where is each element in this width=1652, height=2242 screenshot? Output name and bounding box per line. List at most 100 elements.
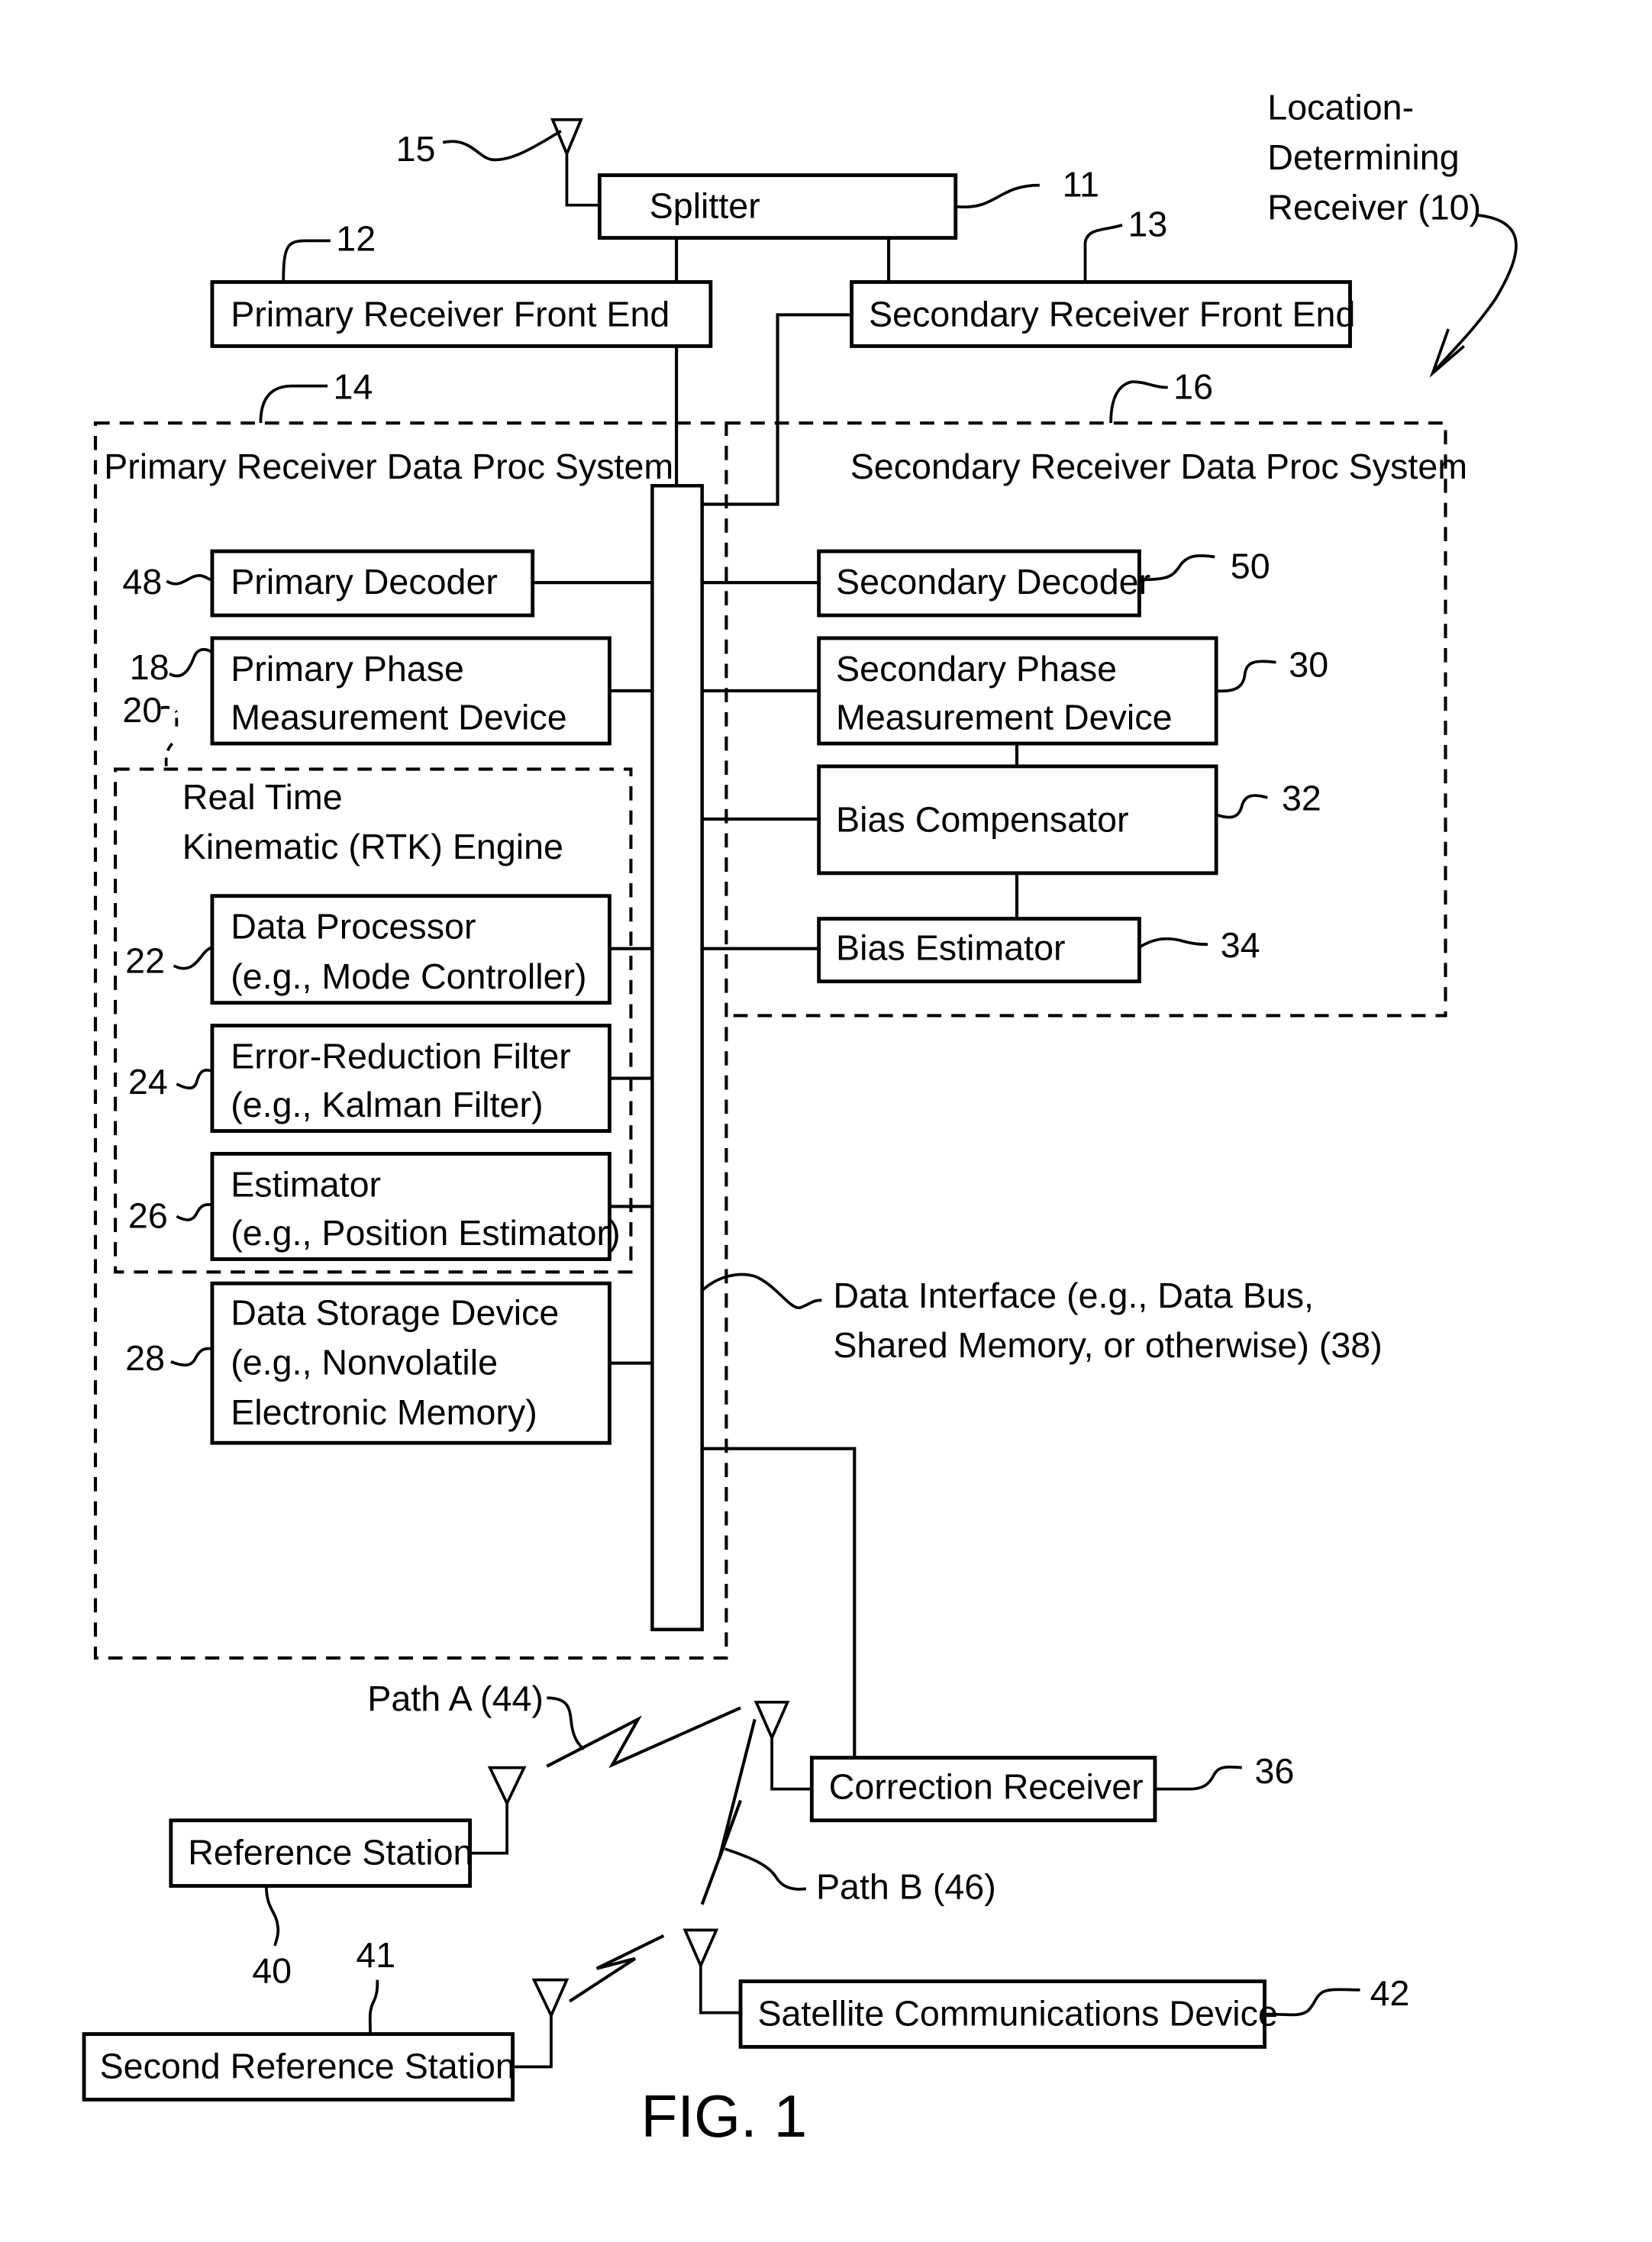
- secondary-phase-label-line-2: Measurement Device: [836, 697, 1172, 737]
- secondary-front-end-leader: [1083, 224, 1123, 282]
- data-processor-ref: 22: [125, 940, 165, 980]
- data-storage-leader: [170, 1347, 213, 1367]
- primary-decoder-block: Primary Decoder 48: [122, 549, 653, 618]
- secondary-phase-ref: 30: [1289, 644, 1328, 684]
- device-arrow: [1431, 213, 1518, 375]
- secondary-system-ref: 16: [1173, 366, 1213, 406]
- satellite-device-leader: [1264, 1988, 1360, 2017]
- device-label-line-3: Receiver (10): [1267, 187, 1481, 227]
- rtk-engine-ref: 20: [122, 690, 162, 730]
- second-reference-station-leader: [368, 1979, 379, 2034]
- splitter-label: Splitter: [650, 185, 760, 225]
- satellite-device-ref: 42: [1370, 1973, 1410, 2013]
- bias-estimator-ref: 34: [1221, 925, 1260, 965]
- correction-receiver-ref: 36: [1255, 1751, 1295, 1791]
- error-filter-ref: 24: [128, 1062, 168, 1102]
- antenna-leader: [442, 130, 562, 162]
- second-reference-antenna-icon: [512, 1978, 569, 2069]
- secondary-phase-leader: [1216, 660, 1276, 693]
- antenna-15: 15: [396, 118, 599, 207]
- data-interface-label: Data Interface (e.g., Data Bus, Shared M…: [701, 1273, 1383, 1365]
- patent-figure: Location- Determining Receiver (10) 15 S…: [82, 88, 1518, 2150]
- error-filter-block: Error-Reduction Filter (e.g., Kalman Fil…: [128, 1024, 653, 1133]
- primary-front-end-label: Primary Receiver Front End: [231, 294, 670, 334]
- device-label-line-1: Location-: [1267, 88, 1414, 127]
- bias-compensator-ref: 32: [1282, 779, 1321, 818]
- data-interface-line-2: Shared Memory, or otherwise) (38): [833, 1325, 1382, 1365]
- bias-compensator-label: Bias Compensator: [836, 800, 1129, 840]
- data-storage-label-line-3: Electronic Memory): [231, 1392, 537, 1432]
- splitter-ref: 11: [1063, 164, 1099, 204]
- path-a-label: Path A (44): [367, 1679, 544, 1718]
- bias-estimator-leader: [1138, 937, 1208, 949]
- data-storage-label-line-2: (e.g., Nonvolatile: [231, 1343, 498, 1382]
- splitter-leader: [955, 183, 1040, 209]
- estimator-leader: [176, 1203, 213, 1221]
- correction-receiver-block: Correction Receiver 36: [753, 1700, 1295, 1823]
- reference-station-leader: [264, 1886, 280, 1947]
- reference-station-block: Reference Station 40: [169, 1766, 527, 1990]
- error-filter-label-line-2: (e.g., Kalman Filter): [231, 1085, 543, 1124]
- data-storage-label-line-1: Data Storage Device: [231, 1292, 559, 1332]
- secondary-fe-to-bus: [702, 313, 852, 506]
- data-storage-ref: 28: [125, 1338, 165, 1378]
- secondary-decoder-leader: [1139, 554, 1215, 582]
- device-label-line-2: Determining: [1267, 137, 1459, 177]
- path-b-leader: [724, 1847, 807, 1891]
- antenna-ref: 15: [396, 129, 436, 169]
- primary-system-title: Primary Receiver Data Proc System: [104, 447, 673, 486]
- secondary-phase-label-line-1: Secondary Phase: [836, 649, 1117, 689]
- estimator-label-line-2: (e.g., Position Estimator): [231, 1213, 620, 1253]
- estimator-label-line-1: Estimator: [231, 1164, 381, 1204]
- satellite-antenna-icon: [682, 1928, 741, 2015]
- data-processor-label-line-2: (e.g., Mode Controller): [231, 956, 586, 996]
- data-processor-block: Data Processor (e.g., Mode Controller) 2…: [125, 894, 653, 1005]
- primary-front-end-leader: [282, 239, 331, 282]
- second-reference-zigzag-icon: [569, 1934, 665, 2003]
- primary-front-end-ref: 12: [336, 218, 376, 258]
- rtk-engine-leader: [160, 705, 179, 769]
- primary-phase-label-line-1: Primary Phase: [231, 649, 464, 689]
- rtk-engine-label-line-2: Kinematic (RTK) Engine: [182, 827, 563, 866]
- rtk-engine-label-line-1: Real Time: [182, 777, 343, 817]
- data-interface-line-1: Data Interface (e.g., Data Bus,: [833, 1276, 1314, 1315]
- estimator-ref: 26: [128, 1195, 168, 1235]
- bias-estimator-label: Bias Estimator: [836, 928, 1066, 968]
- second-reference-station-block: Second Reference Station 41: [82, 1934, 665, 2102]
- reference-antenna-icon: [469, 1766, 527, 1855]
- data-processor-leader: [173, 946, 213, 970]
- satellite-device-label: Satellite Communications Device: [757, 1993, 1277, 2033]
- primary-system-leader: [259, 384, 328, 424]
- secondary-phase-block: Secondary Phase Measurement Device 30: [702, 636, 1328, 746]
- splitter-block: Splitter 11: [597, 164, 1099, 240]
- reference-station-ref: 40: [252, 1950, 292, 1990]
- reference-station-label: Reference Station: [188, 1833, 473, 1873]
- primary-phase-leader: [169, 647, 213, 678]
- primary-decoder-ref: 48: [122, 562, 162, 602]
- primary-decoder-label: Primary Decoder: [231, 562, 498, 602]
- secondary-decoder-block: Secondary Decoder 50: [702, 547, 1270, 618]
- satellite-device-block: Satellite Communications Device 42: [682, 1928, 1410, 2049]
- estimator-block: Estimator (e.g., Position Estimator) 26: [128, 1151, 653, 1261]
- secondary-decoder-ref: 50: [1231, 547, 1270, 586]
- figure-caption: FIG. 1: [640, 2082, 807, 2150]
- primary-system-ref: 14: [334, 366, 373, 406]
- path-a-leader: [547, 1696, 586, 1750]
- data-processor-label-line-1: Data Processor: [231, 907, 476, 947]
- second-reference-station-ref: 41: [356, 1935, 395, 1975]
- secondary-system-title: Secondary Receiver Data Proc System: [850, 447, 1467, 486]
- correction-receiver-leader: [1154, 1765, 1242, 1791]
- secondary-front-end-label: Secondary Receiver Front End: [869, 294, 1355, 334]
- data-bus: [650, 484, 704, 1631]
- bias-estimator-block: Bias Estimator 34: [702, 917, 1260, 984]
- bias-compensator-leader: [1215, 794, 1268, 819]
- error-filter-leader: [176, 1068, 213, 1090]
- error-filter-label-line-1: Error-Reduction Filter: [231, 1036, 571, 1076]
- primary-phase-block: Primary Phase Measurement Device 18: [130, 636, 653, 746]
- primary-decoder-leader: [166, 573, 213, 586]
- path-a: Path A (44): [367, 1679, 741, 1769]
- secondary-decoder-label: Secondary Decoder: [836, 562, 1150, 602]
- correction-receiver-label: Correction Receiver: [829, 1767, 1144, 1807]
- primary-phase-ref: 18: [130, 647, 169, 687]
- correction-antenna-icon: [753, 1700, 812, 1791]
